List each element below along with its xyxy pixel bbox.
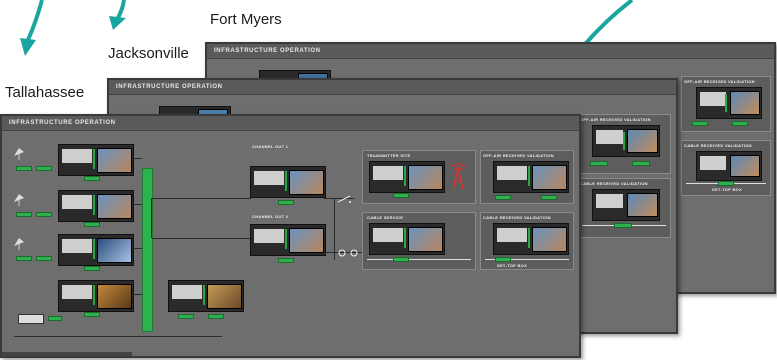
monitor-icon: [58, 234, 134, 266]
cable-received-panel: CABLE RECEIVED VALIDATION SET-TOP BOX: [480, 212, 574, 270]
monitor-icon: [696, 87, 762, 119]
monitor-icon: [493, 161, 569, 193]
monitor-icon: [696, 151, 762, 181]
section-title: CABLE RECEIVED VALIDATION: [580, 181, 648, 186]
window-title: INFRASTRUCTURE OPERATION: [2, 116, 579, 131]
monitor-icon: [493, 223, 569, 255]
switch-icon: [338, 249, 358, 257]
monitor-icon: [592, 125, 660, 157]
section-title-cable-service: CABLE SERVICE: [367, 215, 404, 220]
section-title-cable-received: CABLE RECEIVED VALIDATION: [483, 215, 551, 220]
cable-received-panel: CABLE RECEIVED VALIDATION: [577, 178, 671, 238]
monitor-icon: [250, 224, 326, 256]
section-title-transmitter-site: TRANSMITTER SITE: [367, 153, 411, 158]
city-label-tallahassee: Tallahassee: [5, 84, 85, 101]
monitor-icon: [58, 280, 134, 312]
monitor-icon: [168, 280, 244, 312]
broadcast-tower-icon: [450, 163, 466, 189]
arrow-jacksonville: [109, 0, 126, 30]
monitor-icon: [369, 161, 445, 193]
monitor-icon: [58, 190, 134, 222]
city-label-fort-myers: Fort Myers: [210, 11, 282, 28]
off-air-panel: OFF-AIR RECEIVED VALIDATION: [577, 114, 671, 174]
section-title: OFF-AIR RECEIVED VALIDATION: [580, 117, 651, 122]
transmitter-site-panel: TRANSMITTER SITE: [362, 150, 476, 204]
window-title: INFRASTRUCTURE OPERATION: [109, 80, 676, 95]
section-title-set-top-box: SET-TOP BOX: [497, 263, 528, 268]
window-tallahassee[interactable]: INFRASTRUCTURE OPERATION CHANNEL OUT 1 C…: [0, 114, 581, 358]
taskbar: [2, 352, 132, 356]
cable-received-panel: CABLE RECEIVED VALIDATION SET-TOP BOX: [681, 140, 771, 196]
off-air-panel: OFF-AIR RECEIVED VALIDATION: [681, 76, 771, 132]
off-air-panel: OFF-AIR RECEIVED VALIDATION: [480, 150, 574, 204]
monitor-icon: [250, 166, 326, 198]
input-device: [18, 314, 44, 324]
satellite-dish-icon: [14, 194, 24, 206]
section-title-channel-out-2: CHANNEL OUT 2: [252, 214, 289, 219]
arrow-tallahassee: [20, 0, 44, 56]
window-title: INFRASTRUCTURE OPERATION: [207, 44, 774, 59]
switch-icon: [338, 195, 351, 203]
monitor-icon: [592, 189, 660, 221]
section-title-off-air: OFF-AIR RECEIVED VALIDATION: [483, 153, 554, 158]
city-label-jacksonville: Jacksonville: [108, 45, 189, 62]
router-bus: [142, 168, 153, 332]
section-title: SET-TOP BOX: [712, 187, 743, 192]
section-title: OFF-AIR RECEIVED VALIDATION: [684, 79, 755, 84]
section-title-channel-out-1: CHANNEL OUT 1: [252, 144, 289, 149]
monitor-icon: [58, 144, 134, 176]
cable-service-panel: CABLE SERVICE: [362, 212, 476, 270]
satellite-dish-icon: [14, 148, 24, 160]
monitor-icon: [369, 223, 445, 255]
satellite-dish-icon: [14, 238, 24, 250]
section-title: CABLE RECEIVED VALIDATION: [684, 143, 752, 148]
